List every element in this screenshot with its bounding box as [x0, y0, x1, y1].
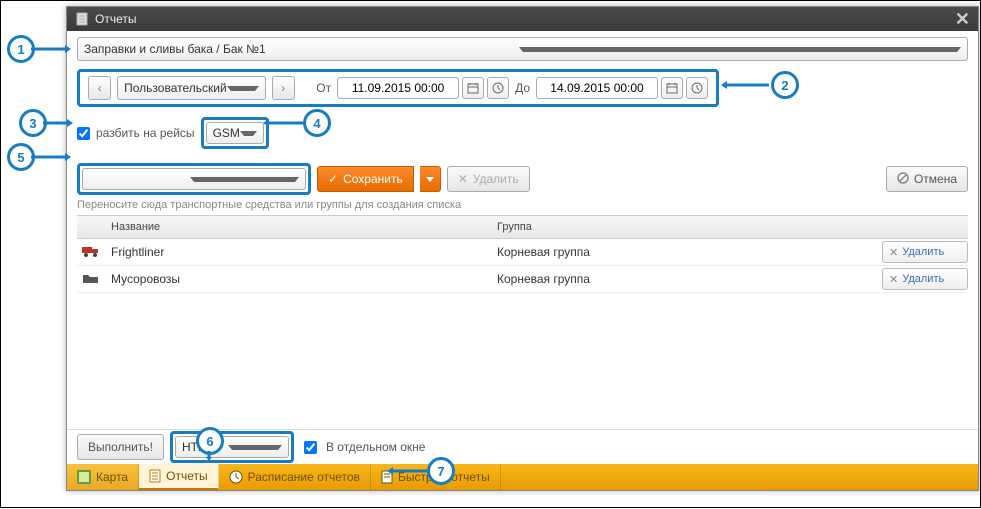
tab-reports-label: Отчеты — [166, 469, 207, 483]
doc-icon — [149, 469, 161, 483]
date-from-input[interactable] — [337, 77, 459, 99]
close-button[interactable]: ✕ — [955, 10, 970, 28]
execute-button[interactable]: Выполнить! — [77, 434, 164, 460]
truck-icon — [81, 244, 101, 261]
save-label: Сохранить — [343, 172, 403, 186]
col-group-header: Группа — [491, 221, 882, 233]
table-row: Frightliner Корневая группа ✕ Удалить — [77, 239, 968, 266]
tab-map-label: Карта — [96, 470, 128, 484]
clock-icon — [691, 82, 703, 94]
titlebar: Отчеты ✕ — [67, 7, 978, 31]
chevron-down-icon — [519, 47, 962, 52]
chevron-down-icon — [190, 177, 299, 182]
output-format-label: HTML — [182, 440, 228, 454]
date-to-input[interactable] — [536, 77, 658, 99]
calendar-to-button[interactable] — [661, 77, 683, 99]
split-trips-label: разбить на рейсы — [96, 126, 195, 140]
row-name: Frightliner — [105, 245, 491, 259]
col-name-header: Название — [105, 221, 491, 233]
check-icon: ✓ — [328, 172, 338, 186]
period-preset-select[interactable]: Пользовательский — [117, 76, 265, 100]
chevron-down-icon — [227, 86, 259, 91]
reports-window: Отчеты ✕ Заправки и сливы бака / Бак №1 … — [66, 6, 979, 491]
tab-quick[interactable]: Быстрые отчеты — [371, 464, 501, 490]
annotation-1: 1 — [7, 35, 35, 63]
tab-schedule-label: Расписание отчетов — [248, 470, 360, 484]
bottom-tabs: Карта Отчеты Расписание отчетов Быстрые … — [67, 464, 978, 490]
chevron-down-icon — [228, 445, 282, 450]
delete-list-label: Удалить — [473, 172, 519, 186]
report-selector[interactable]: Заправки и сливы бака / Бак №1 — [77, 37, 968, 61]
from-label: От — [316, 81, 331, 95]
row-group: Корневая группа — [491, 272, 882, 286]
row-delete-label: Удалить — [902, 273, 944, 285]
calendar-icon — [666, 82, 678, 94]
calendar-from-button[interactable] — [462, 77, 484, 99]
row-name: Мусоровозы — [105, 272, 491, 286]
next-period-button[interactable]: › — [272, 76, 295, 100]
chevron-down-icon — [426, 177, 434, 182]
save-dropdown-button[interactable] — [420, 166, 441, 192]
period-preset-label: Пользовательский — [124, 81, 227, 95]
tab-map[interactable]: Карта — [67, 464, 139, 490]
list-select[interactable] — [82, 168, 306, 190]
drop-hint: Переносите сюда транспортные средства ил… — [77, 199, 968, 211]
clock-icon — [492, 82, 504, 94]
tab-quick-label: Быстрые отчеты — [398, 470, 490, 484]
doc-icon — [381, 470, 393, 484]
chevron-down-icon — [240, 131, 257, 136]
report-selector-label: Заправки и сливы бака / Бак №1 — [84, 42, 519, 56]
cancel-button[interactable]: Отмена — [886, 166, 968, 192]
to-label: До — [515, 81, 530, 95]
clock-to-button[interactable] — [686, 77, 708, 99]
row-delete-button[interactable]: ✕ Удалить — [882, 268, 968, 290]
date-range-panel: ‹ Пользовательский › От До — [77, 69, 719, 107]
table-header: Название Группа — [77, 215, 968, 239]
row-group: Корневая группа — [491, 245, 882, 259]
folder-icon — [81, 271, 101, 288]
new-window-label: В отдельном окне — [326, 440, 426, 454]
cancel-label: Отмена — [914, 172, 957, 186]
vehicles-table: Название Группа Frightliner Корневая гру… — [77, 215, 968, 293]
x-icon: ✕ — [458, 172, 468, 186]
row-delete-label: Удалить — [902, 246, 944, 258]
split-trips-checkbox[interactable] — [77, 127, 90, 140]
x-icon: ✕ — [889, 246, 898, 259]
bottom-bar: Выполнить! HTML В отдельном окне — [67, 429, 978, 464]
execute-label: Выполнить! — [88, 440, 153, 454]
prev-period-button[interactable]: ‹ — [88, 76, 111, 100]
output-format-select[interactable]: HTML — [175, 436, 289, 458]
tab-reports[interactable]: Отчеты — [139, 464, 218, 490]
map-icon — [77, 470, 91, 484]
row-delete-button[interactable]: ✕ Удалить — [882, 241, 968, 263]
gsm-label: GSM — [213, 126, 240, 140]
table-row: Мусоровозы Корневая группа ✕ Удалить — [77, 266, 968, 293]
window-title: Отчеты — [95, 12, 955, 26]
calendar-icon — [467, 82, 479, 94]
x-icon: ✕ — [889, 273, 898, 286]
new-window-checkbox[interactable] — [304, 441, 317, 454]
clock-icon — [229, 470, 243, 484]
gsm-select[interactable]: GSM — [206, 122, 264, 144]
cancel-icon — [897, 172, 909, 187]
annotation-5: 5 — [7, 143, 35, 171]
annotation-3: 3 — [19, 109, 47, 137]
save-button[interactable]: ✓ Сохранить — [317, 166, 414, 192]
tab-schedule[interactable]: Расписание отчетов — [219, 464, 371, 490]
doc-icon — [75, 12, 89, 26]
clock-from-button[interactable] — [487, 77, 509, 99]
delete-list-button[interactable]: ✕ Удалить — [447, 166, 530, 192]
